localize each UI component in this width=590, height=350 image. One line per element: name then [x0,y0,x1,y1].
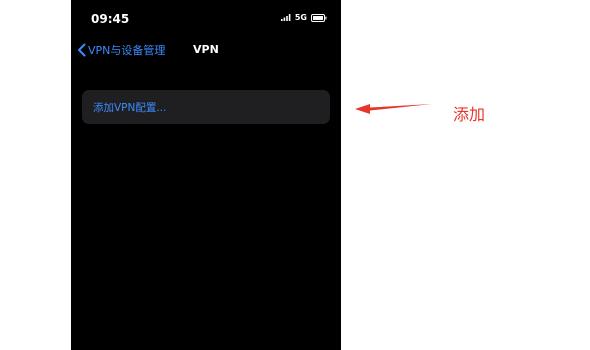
page-title: VPN [193,43,219,56]
status-time: 09:45 [91,12,130,26]
chevron-left-icon [78,43,86,57]
add-vpn-config-button[interactable]: 添加VPN配置... [82,90,330,124]
status-indicators: 5G [280,13,327,22]
signal-icon [280,14,291,21]
battery-icon [311,13,327,22]
network-type: 5G [294,13,307,22]
annotation-label: 添加 [453,105,486,124]
navigation-bar: VPN与设备管理 VPN [71,40,341,60]
back-button[interactable]: VPN与设备管理 [77,40,165,60]
status-bar: 09:45 5G [71,0,341,36]
add-vpn-config-label: 添加VPN配置... [93,101,167,114]
arrow-left-icon [355,104,432,114]
phone-screen: 09:45 5G VPN与设备管理 VPN 添加VPN配置... [71,0,341,350]
back-label: VPN与设备管理 [88,44,166,57]
